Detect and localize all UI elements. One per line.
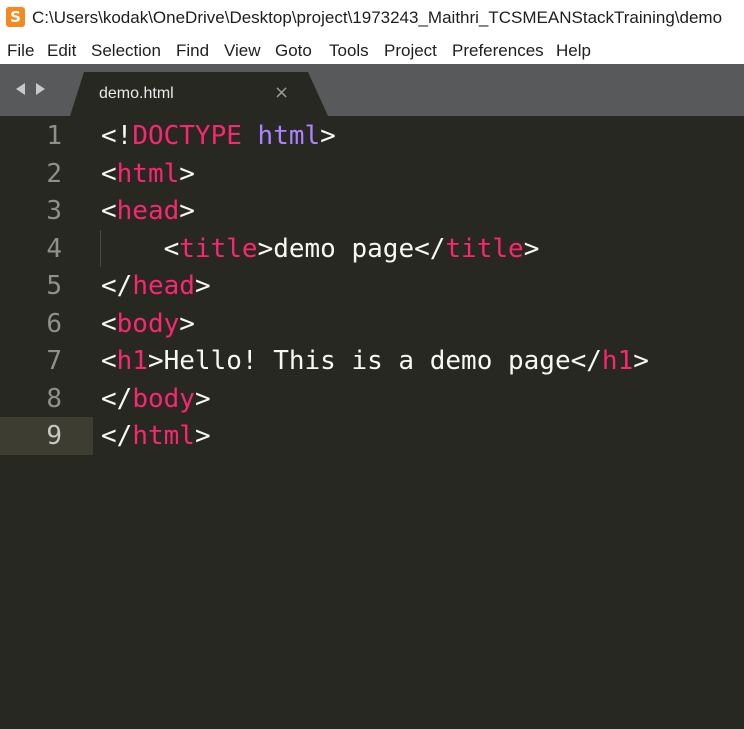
- arrow-right-icon[interactable]: [36, 83, 45, 95]
- tag-token: head: [132, 271, 195, 301]
- code-editor[interactable]: 1 <!DOCTYPE html> 2 <html> 3 <head> 4 <title>d…: [0, 116, 744, 729]
- close-icon[interactable]: ×: [274, 82, 289, 104]
- tag-token: body: [116, 308, 180, 339]
- line-gutter: 9: [0, 417, 93, 455]
- menu-help[interactable]: Help: [556, 40, 591, 62]
- text-token: >: [194, 421, 211, 451]
- text-token: <: [101, 346, 117, 376]
- code-line[interactable]: 9 </html>: [0, 417, 744, 455]
- line-number: 5: [46, 271, 62, 301]
- line-number: 3: [46, 196, 62, 226]
- tab-navigation: [16, 81, 52, 97]
- text-token: >: [179, 196, 195, 226]
- line-gutter: 4: [0, 230, 93, 268]
- text-token: <: [101, 233, 180, 264]
- line-number: 9: [46, 421, 62, 451]
- text-token: >demo page</: [257, 233, 446, 264]
- text-token: >: [179, 308, 195, 339]
- line-gutter: 1: [0, 117, 93, 155]
- line-number: 7: [46, 346, 62, 376]
- tag-token: head: [116, 196, 180, 226]
- line-gutter: 8: [0, 380, 93, 418]
- code-line[interactable]: 6 <body>: [0, 305, 744, 343]
- text-token: >: [633, 346, 649, 376]
- code-line[interactable]: 1 <!DOCTYPE html>: [0, 117, 744, 155]
- window-title: C:\Users\kodak\OneDrive\Desktop\project\…: [32, 8, 723, 27]
- code-line[interactable]: 7 <h1>Hello! This is a demo page</h1>: [0, 342, 744, 380]
- tab-label: demo.html: [99, 85, 174, 102]
- arrow-left-icon[interactable]: [16, 83, 25, 95]
- menu-tools[interactable]: Tools: [329, 40, 369, 62]
- text-token: <: [101, 196, 117, 226]
- code-line[interactable]: 4 <title>demo page</title>: [0, 229, 744, 268]
- tag-token: DOCTYPE: [132, 121, 242, 151]
- text-token: >: [194, 383, 211, 414]
- tab-bar: demo.html ×: [0, 64, 744, 116]
- menu-goto[interactable]: Goto: [275, 40, 312, 62]
- code-text: <h1>Hello! This is a demo page</h1>: [101, 345, 649, 377]
- text-token: >Hello! This is a demo page</: [147, 346, 602, 376]
- keyword-token: html: [257, 121, 321, 151]
- line-gutter: 7: [0, 342, 93, 380]
- code-text: <body>: [101, 308, 195, 340]
- text-token: >: [523, 233, 540, 264]
- code-text: <head>: [101, 195, 195, 227]
- code-line[interactable]: 3 <head>: [0, 192, 744, 230]
- tag-token: html: [132, 421, 195, 451]
- sublime-text-icon: S: [6, 7, 25, 27]
- line-gutter: 2: [0, 155, 93, 193]
- title-bar: S C:\Users\kodak\OneDrive\Desktop\projec…: [0, 0, 744, 36]
- text-token: <: [101, 158, 117, 189]
- code-text: </head>: [101, 270, 211, 302]
- tag-token: title: [179, 233, 258, 264]
- text-token: >: [194, 271, 211, 301]
- text-token: >: [320, 121, 336, 151]
- tab-demo-html[interactable]: demo.html ×: [70, 72, 328, 116]
- tag-token: h1: [601, 346, 634, 376]
- menu-project[interactable]: Project: [384, 40, 437, 62]
- text-token: <: [101, 308, 117, 339]
- menu-selection[interactable]: Selection: [91, 40, 161, 62]
- line-number: 1: [46, 121, 62, 151]
- text-token: </: [101, 271, 133, 301]
- code-text: </body>: [101, 383, 211, 415]
- menu-view[interactable]: View: [224, 40, 261, 62]
- text-token: >: [179, 158, 195, 189]
- menu-edit[interactable]: Edit: [47, 40, 76, 62]
- tag-token: body: [132, 383, 195, 414]
- code-line[interactable]: 8 </body>: [0, 380, 744, 418]
- line-number: 8: [46, 383, 62, 414]
- code-text: <title>demo page</title>: [101, 233, 540, 265]
- code-text: <html>: [101, 158, 195, 190]
- line-gutter: 3: [0, 192, 93, 230]
- text-token: <!: [101, 121, 133, 151]
- tag-token: title: [445, 233, 524, 264]
- code-line[interactable]: 2 <html>: [0, 155, 744, 193]
- tag-token: h1: [116, 346, 148, 376]
- line-number: 4: [46, 233, 62, 264]
- text-token: </: [101, 421, 133, 451]
- line-gutter: 6: [0, 305, 93, 343]
- code-text: </html>: [101, 420, 211, 452]
- menu-preferences[interactable]: Preferences: [452, 40, 544, 62]
- line-number: 2: [46, 158, 62, 189]
- menu-bar: File Edit Selection Find View Goto Tools…: [0, 36, 744, 64]
- code-line[interactable]: 5 </head>: [0, 267, 744, 305]
- line-number: 6: [46, 308, 62, 339]
- menu-file[interactable]: File: [7, 40, 34, 62]
- menu-find[interactable]: Find: [176, 40, 209, 62]
- text-token: </: [101, 383, 133, 414]
- line-gutter: 5: [0, 267, 93, 305]
- tag-token: html: [116, 158, 180, 189]
- code-text: <!DOCTYPE html>: [101, 120, 336, 152]
